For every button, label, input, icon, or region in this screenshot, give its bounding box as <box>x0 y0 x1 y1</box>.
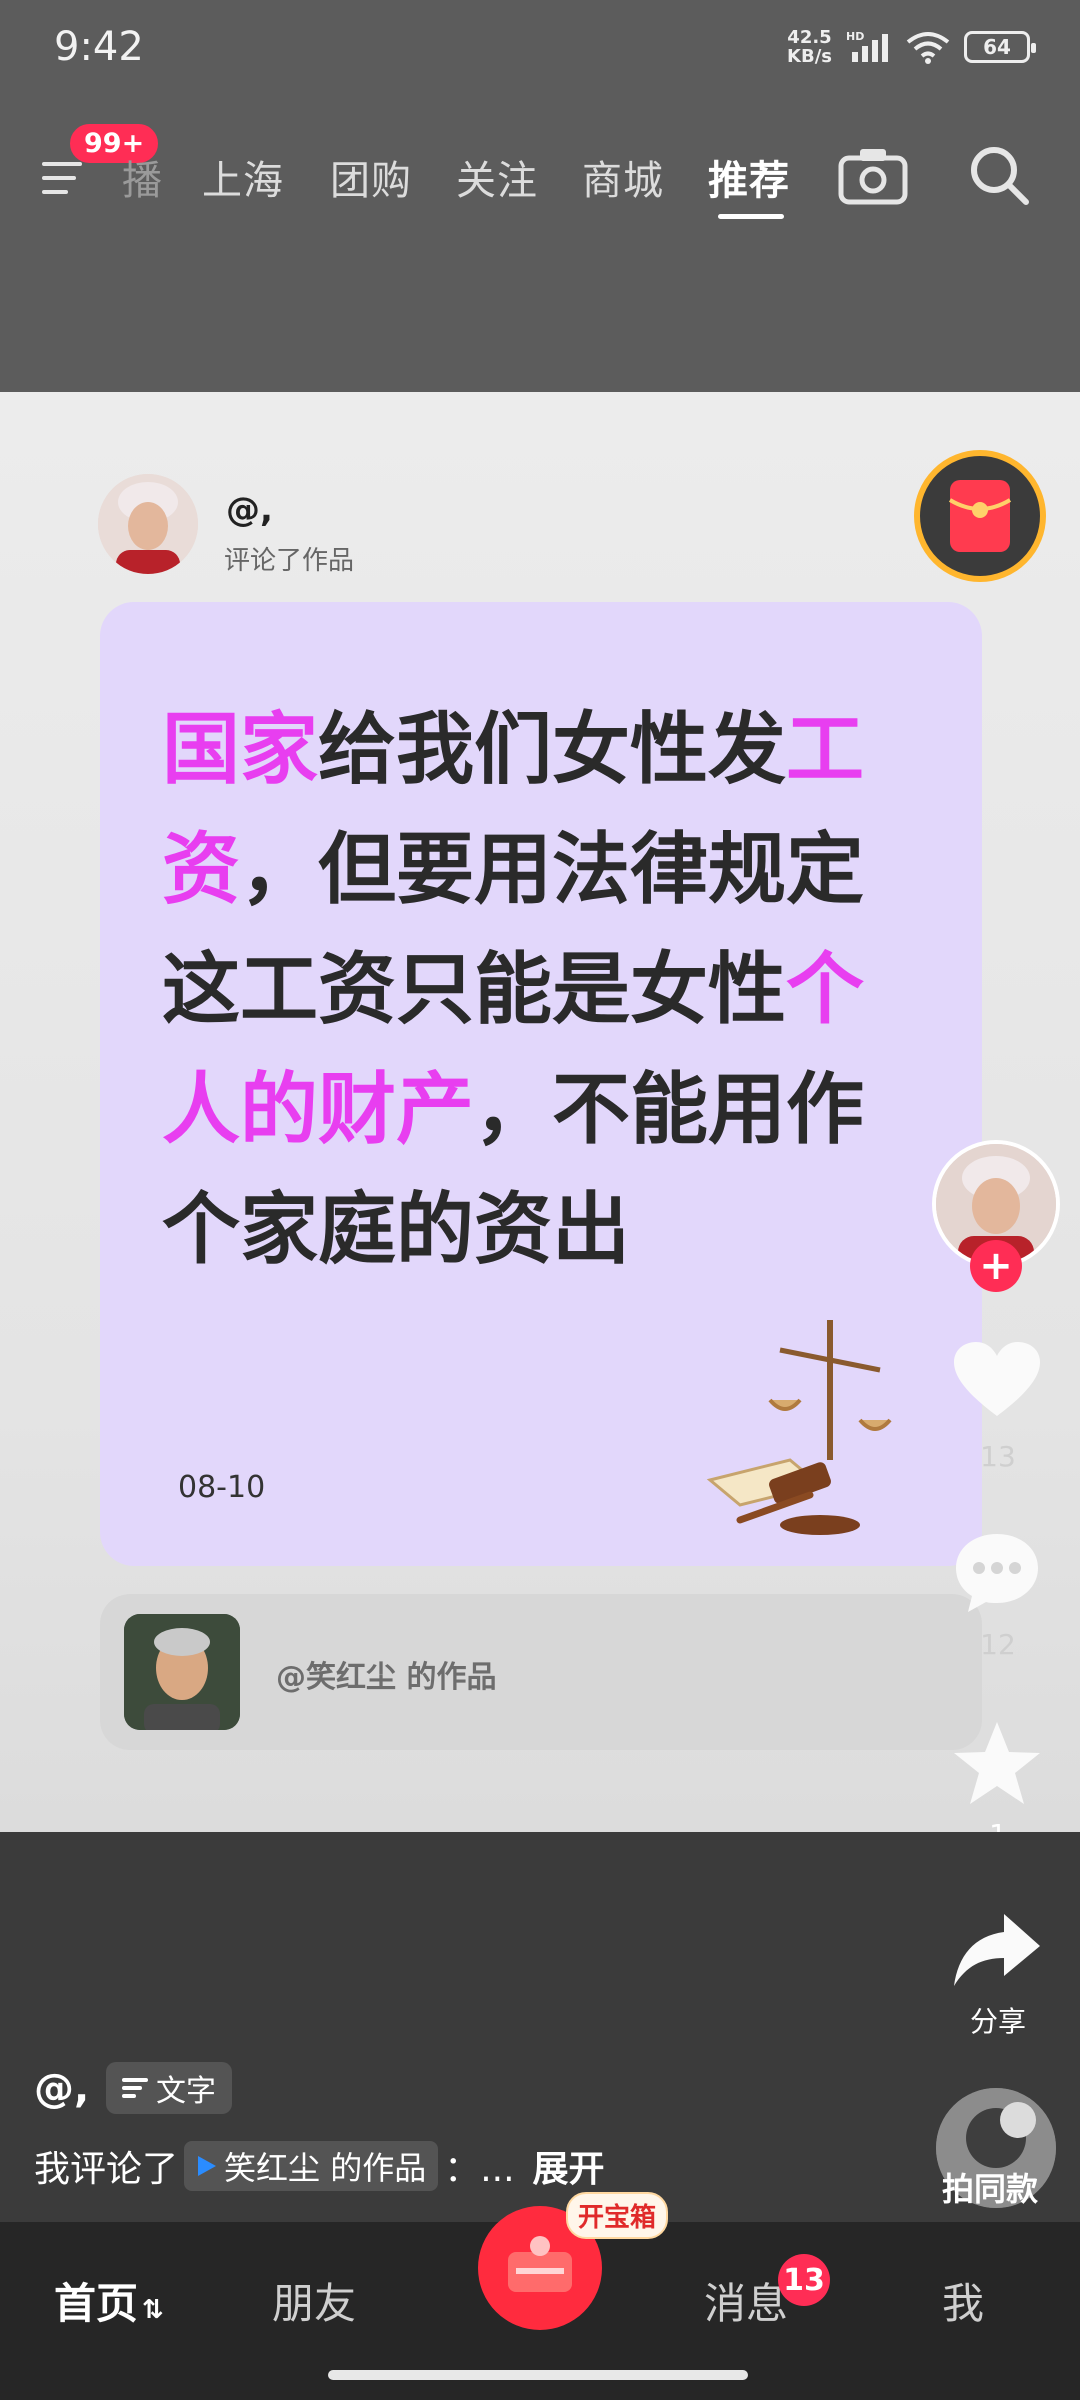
share-icon[interactable] <box>952 1910 1042 1990</box>
status-icons: 42.5 KB/s HD 64 <box>787 28 1036 66</box>
tab-mall[interactable]: 商城 <box>582 148 664 206</box>
swap-icon: ⇅ <box>142 2295 164 2325</box>
nav-home-label: 首页 <box>54 2279 139 2328</box>
nav-friends[interactable]: 朋友 <box>272 2270 356 2331</box>
star-icon[interactable] <box>952 1720 1042 1806</box>
messages-badge: 13 <box>778 2254 830 2306</box>
net-speed-unit: KB/s <box>787 46 832 67</box>
commenter-avatar[interactable] <box>98 474 198 574</box>
nav-home[interactable]: 首页 ⇅ <box>54 2270 164 2331</box>
top-nav: 99+ 播 上海 团购 关注 商城 推荐 <box>0 124 1080 230</box>
text-tag[interactable]: 文字 <box>106 2062 232 2114</box>
like-count: 13 <box>980 1440 1016 1473</box>
quote-part: ，但要用法律规定这工资只能是女性 <box>162 825 865 1035</box>
battery-indicator: 64 <box>964 31 1036 63</box>
share-label: 分享 <box>969 2005 1026 2038</box>
tab-recommend[interactable]: 推荐 <box>708 148 790 206</box>
commenter-action: 评论了作品 <box>224 546 355 576</box>
caption-suffix: ：... <box>444 2149 515 2190</box>
commenter-name[interactable]: @, <box>226 490 273 530</box>
tab-following[interactable]: 关注 <box>456 148 538 206</box>
nav-me[interactable]: 我 <box>942 2270 984 2331</box>
net-speed-value: 42.5 <box>787 27 832 48</box>
play-icon <box>198 2156 217 2176</box>
search-icon[interactable] <box>964 140 1034 210</box>
text-lines-icon <box>122 2078 148 2098</box>
net-speed: 42.5 KB/s <box>787 28 832 66</box>
home-indicator[interactable] <box>328 2370 748 2380</box>
quote-text: 国家给我们女性发工资，但要用法律规定这工资只能是女性个人的财产，不能用作个家庭的… <box>162 690 942 1290</box>
network-tag: HD <box>846 30 864 43</box>
nav-messages[interactable]: 消息 <box>704 2270 788 2331</box>
original-author-avatar[interactable] <box>124 1614 240 1730</box>
active-tab-indicator <box>718 214 784 219</box>
tab-shanghai[interactable]: 上海 <box>202 148 284 206</box>
same-style-label[interactable]: 拍同款 <box>942 2164 1038 2210</box>
tab-live[interactable]: 播 <box>122 148 163 206</box>
camera-icon[interactable] <box>838 144 908 206</box>
expand-button[interactable]: 展开 <box>533 2140 605 2192</box>
caption-text[interactable]: 我评论了 笑红尘 的作品 ：... 展开 <box>34 2140 605 2192</box>
caption-prefix: 我评论了 <box>34 2149 179 2190</box>
justice-scale-icon <box>700 1310 900 1540</box>
treasure-box-label[interactable]: 开宝箱 <box>566 2192 669 2239</box>
original-work-link[interactable]: 笑红尘 的作品 <box>184 2141 439 2191</box>
quote-part: 给我们女性发 <box>318 705 787 795</box>
author-handle[interactable]: @, <box>34 2066 89 2112</box>
comment-count: 12 <box>980 1628 1016 1661</box>
original-work-label[interactable]: @笑红尘 的作品 <box>276 1652 496 1696</box>
status-time: 9:42 <box>54 24 144 70</box>
post-date: 08-10 <box>178 1470 266 1505</box>
comment-icon[interactable] <box>952 1530 1042 1614</box>
quote-part: 国家 <box>162 705 319 795</box>
menu-icon-line <box>42 190 68 194</box>
original-work-link-label: 笑红尘 的作品 <box>224 2149 427 2187</box>
wifi-icon <box>906 32 950 64</box>
menu-icon <box>42 162 82 166</box>
signal-icon: HD <box>846 30 888 62</box>
tab-group-buy[interactable]: 团购 <box>330 148 412 206</box>
heart-icon[interactable] <box>952 1340 1042 1420</box>
follow-button[interactable]: + <box>970 1240 1022 1292</box>
text-tag-label: 文字 <box>156 2074 216 2109</box>
red-packet-icon[interactable] <box>914 450 1046 582</box>
menu-icon-line <box>42 176 76 180</box>
